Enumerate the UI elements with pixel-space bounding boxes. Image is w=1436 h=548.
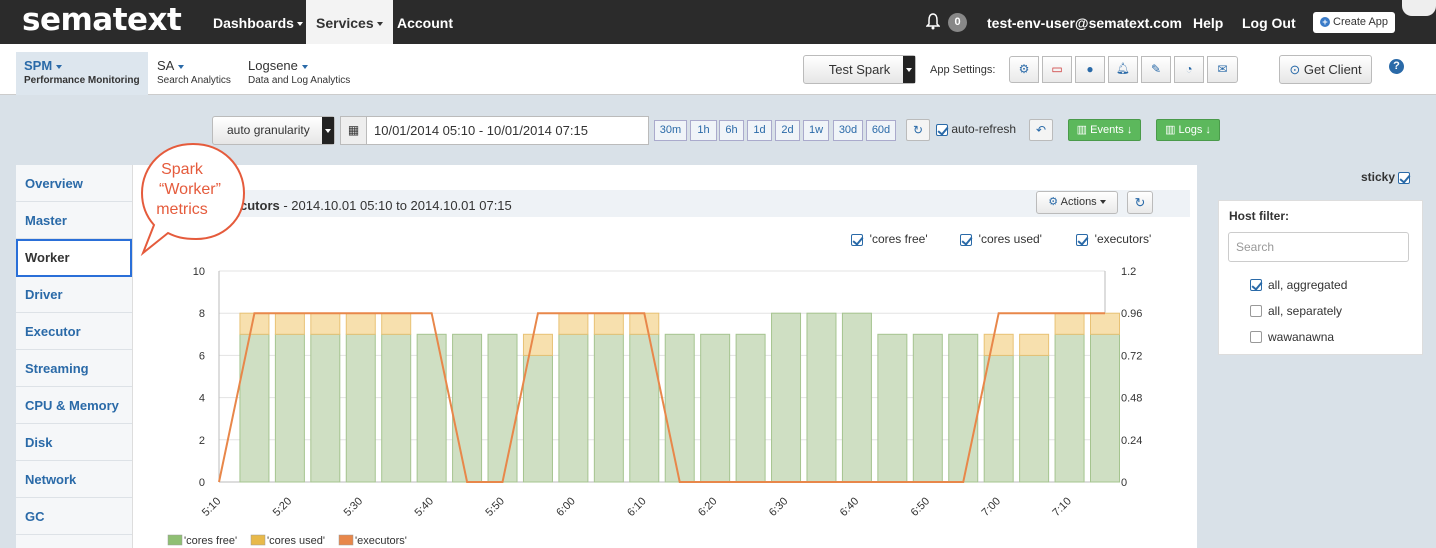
bar-cores-used — [1054, 312, 1085, 335]
callout-line-3: metrics — [156, 201, 208, 218]
bar-cores-free — [274, 333, 305, 483]
host-option-checkbox[interactable] — [1250, 305, 1262, 317]
x-tick-label: 6:30 — [767, 495, 791, 519]
sticky-toggle[interactable]: sticky — [1361, 170, 1411, 184]
bar-cores-free — [558, 333, 589, 483]
y-tick-label-left: 4 — [199, 393, 205, 405]
legend-label-bottom: 'cores used' — [267, 535, 325, 547]
host-filter-panel: Host filter: Search all, aggregated all,… — [1218, 200, 1423, 355]
x-tick-label: 5:30 — [342, 495, 366, 519]
bar-cores-used — [983, 333, 1014, 356]
y-tick-label-right: 0.48 — [1121, 393, 1142, 405]
host-option-checkbox[interactable] — [1250, 331, 1262, 343]
x-tick-label: 6:50 — [909, 495, 933, 519]
bar-cores-used — [381, 312, 412, 335]
y-tick-label-left: 0 — [199, 477, 205, 489]
host-search-input[interactable]: Search — [1228, 232, 1409, 262]
x-tick-label: 7:10 — [1050, 495, 1074, 519]
x-tick-label: 5:50 — [483, 495, 507, 519]
callout-line-1: Spark — [161, 161, 204, 178]
sticky-checkbox[interactable] — [1398, 171, 1411, 184]
bar-cores-free — [948, 333, 979, 483]
x-tick-label: 6:00 — [554, 495, 578, 519]
bar-cores-free — [700, 333, 731, 483]
bar-cores-free — [381, 333, 412, 483]
bar-cores-free — [1054, 333, 1085, 483]
spark-worker-callout: Spark “Worker” metrics — [140, 142, 246, 256]
bar-cores-used — [558, 312, 589, 335]
x-tick-label: 5:20 — [271, 495, 295, 519]
bar-cores-free — [310, 333, 341, 483]
host-option-checkbox[interactable] — [1250, 279, 1262, 291]
bar-cores-free — [877, 333, 908, 483]
x-tick-label: 6:10 — [625, 495, 649, 519]
x-tick-label: 5:10 — [200, 495, 224, 519]
bar-cores-free — [416, 333, 447, 483]
legend-label-bottom: 'cores free' — [184, 535, 237, 547]
y-tick-label-right: 0 — [1121, 477, 1127, 489]
y-tick-label-left: 2 — [199, 435, 205, 447]
host-option-all-aggregated[interactable]: all, aggregated — [1268, 278, 1347, 292]
bar-cores-used — [522, 333, 553, 356]
bar-cores-free — [983, 354, 1014, 483]
y-tick-label-right: 0.24 — [1121, 435, 1142, 447]
bar-cores-free — [345, 333, 376, 483]
bar-cores-used — [310, 312, 341, 335]
bar-cores-free — [1019, 354, 1050, 483]
bar-cores-used — [274, 312, 305, 335]
callout-line-2: “Worker” — [159, 181, 221, 198]
bar-cores-free — [735, 333, 766, 483]
bar-cores-free — [771, 312, 802, 483]
legend-swatch — [338, 534, 354, 546]
x-tick-label: 6:40 — [838, 495, 862, 519]
y-tick-label-right: 0.96 — [1121, 308, 1142, 320]
y-tick-label-left: 8 — [199, 308, 205, 320]
y-tick-label-right: 0.72 — [1121, 350, 1142, 362]
bar-cores-free — [593, 333, 624, 483]
bar-cores-free — [841, 312, 872, 483]
bar-cores-free — [452, 333, 483, 483]
legend-swatch — [167, 534, 183, 546]
bar-cores-free — [912, 333, 943, 483]
y-tick-label-left: 10 — [193, 266, 205, 278]
y-tick-label-left: 6 — [199, 350, 205, 362]
bar-cores-free — [522, 354, 553, 483]
host-option-wawanawna[interactable]: wawanawna — [1268, 330, 1334, 344]
bar-cores-free — [664, 333, 695, 483]
legend-swatch — [250, 534, 266, 546]
bar-cores-used — [1090, 312, 1120, 335]
bar-cores-used — [593, 312, 624, 335]
bar-cores-used — [1019, 333, 1050, 356]
bar-cores-free — [629, 333, 660, 483]
x-tick-label: 6:20 — [696, 495, 720, 519]
host-filter-title: Host filter: — [1229, 209, 1289, 223]
bar-cores-used — [345, 312, 376, 335]
bar-cores-free — [1090, 333, 1120, 483]
x-tick-label: 5:40 — [412, 495, 436, 519]
x-tick-label: 7:00 — [980, 495, 1004, 519]
bar-cores-free — [239, 333, 270, 483]
bar-cores-free — [806, 312, 837, 483]
y-tick-label-right: 1.2 — [1121, 266, 1136, 278]
legend-label-bottom: 'executors' — [355, 535, 407, 547]
bar-cores-free — [487, 333, 518, 483]
sticky-label: sticky — [1361, 170, 1396, 184]
host-option-all-separately[interactable]: all, separately — [1268, 304, 1342, 318]
